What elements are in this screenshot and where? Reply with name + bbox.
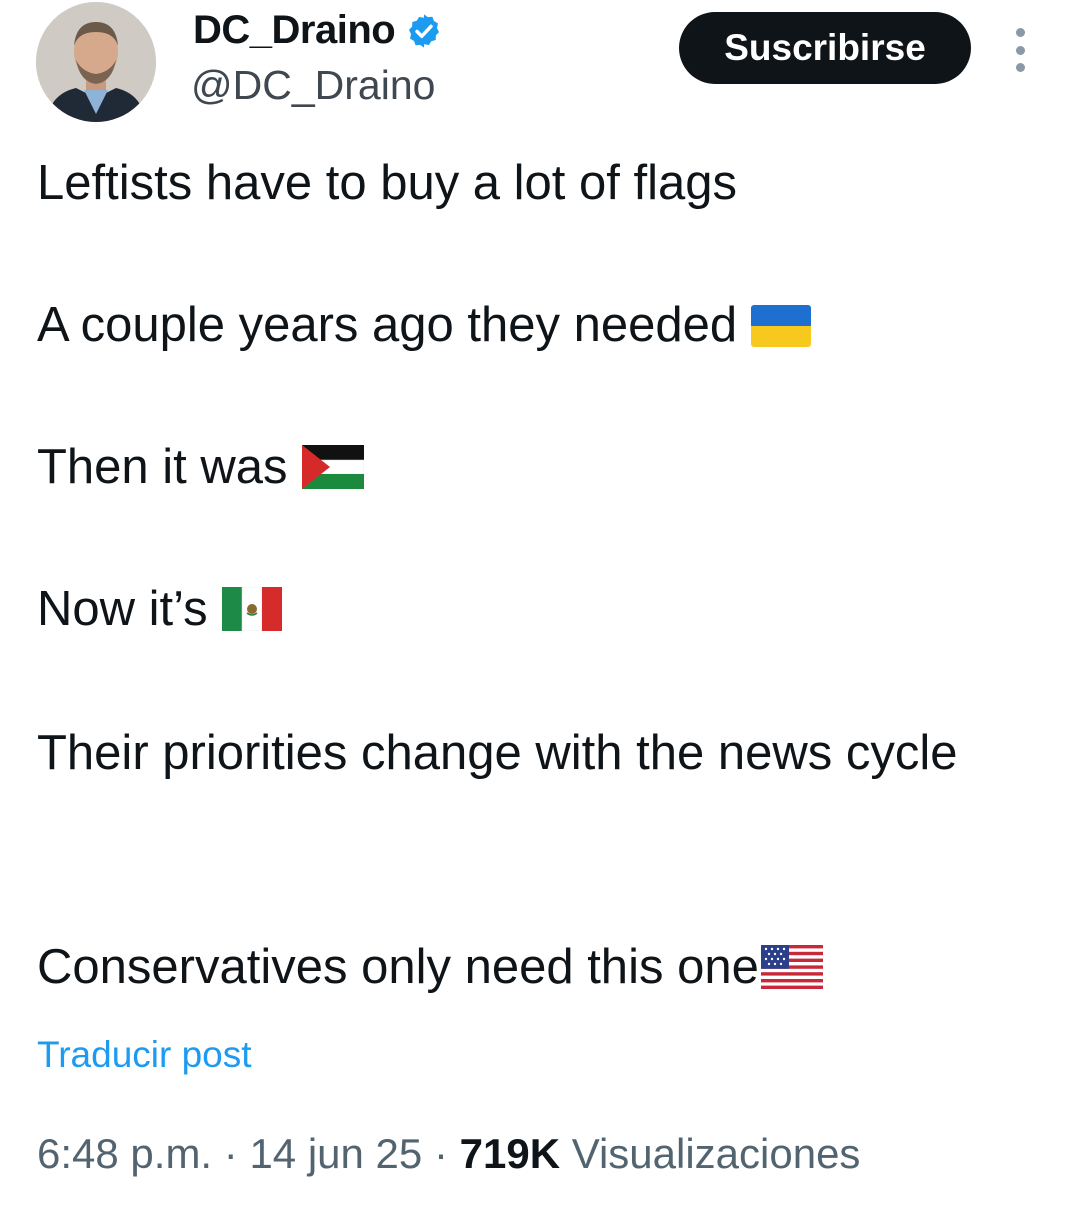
tweet-line: Conservatives only need this one xyxy=(37,932,823,1002)
usa-flag-icon xyxy=(760,945,823,989)
tweet-line-text: Leftists have to buy a lot of flags xyxy=(37,156,738,210)
tweet-line: Then it was xyxy=(37,432,364,502)
avatar-image xyxy=(36,2,156,122)
tweet-line-text: A couple years ago they needed xyxy=(37,298,738,352)
tweet-meta: 6:48 p.m. · 14 jun 25 · 719K Visualizaci… xyxy=(37,1130,860,1178)
tweet-line: Their priorities change with the news cy… xyxy=(37,726,958,780)
mexico-flag-icon xyxy=(221,587,282,631)
more-dot xyxy=(1015,28,1025,37)
author-handle[interactable]: @DC_Draino xyxy=(191,62,435,109)
verified-badge-icon xyxy=(409,13,440,48)
more-options-icon[interactable] xyxy=(1004,28,1036,72)
avatar[interactable] xyxy=(36,2,156,122)
subscribe-button[interactable]: Suscribirse xyxy=(679,12,971,84)
tweet-date[interactable]: 14 jun 25 xyxy=(249,1130,422,1177)
tweet-line-text: Conservatives only need this one xyxy=(37,940,759,994)
tweet-line: Leftists have to buy a lot of flags xyxy=(37,148,737,218)
meta-separator: · xyxy=(223,1130,238,1177)
author-name-row[interactable]: DC_Draino xyxy=(193,8,443,53)
meta-separator: · xyxy=(433,1130,448,1177)
tweet-line: A couple years ago they needed xyxy=(37,290,812,360)
palestine-flag-icon xyxy=(301,445,364,489)
views-count: 719K xyxy=(459,1130,561,1177)
tweet-time[interactable]: 6:48 p.m. xyxy=(37,1130,212,1177)
more-dot xyxy=(1015,63,1025,72)
translate-post-link[interactable]: Traducir post xyxy=(37,1034,252,1076)
tweet-line-text: Now it’s xyxy=(37,582,208,636)
more-dot xyxy=(1015,45,1025,55)
display-name[interactable]: DC_Draino xyxy=(193,8,396,53)
tweet-line: Now it’s xyxy=(37,574,282,644)
ukraine-flag-icon xyxy=(751,305,812,347)
views-label: Visualizaciones xyxy=(571,1130,861,1177)
tweet-line-text: Then it was xyxy=(37,440,288,494)
